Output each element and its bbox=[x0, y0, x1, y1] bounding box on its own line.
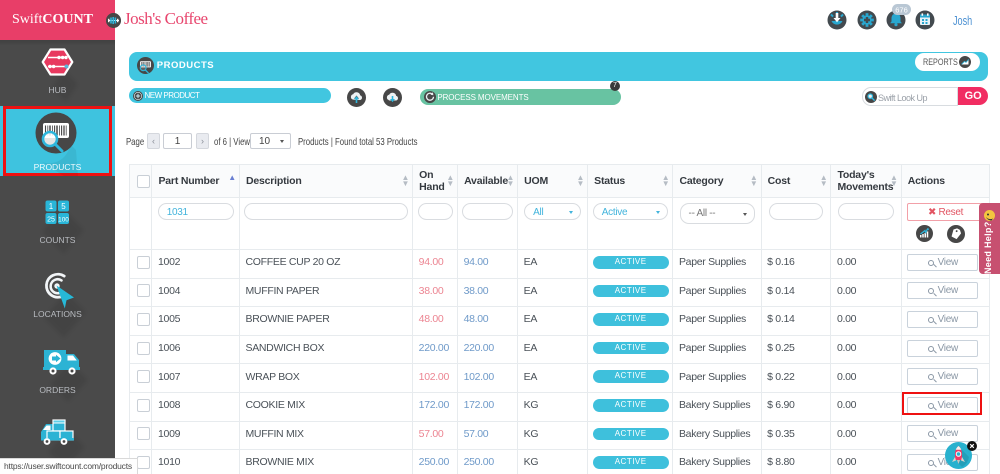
svg-text:676: 676 bbox=[895, 5, 908, 14]
